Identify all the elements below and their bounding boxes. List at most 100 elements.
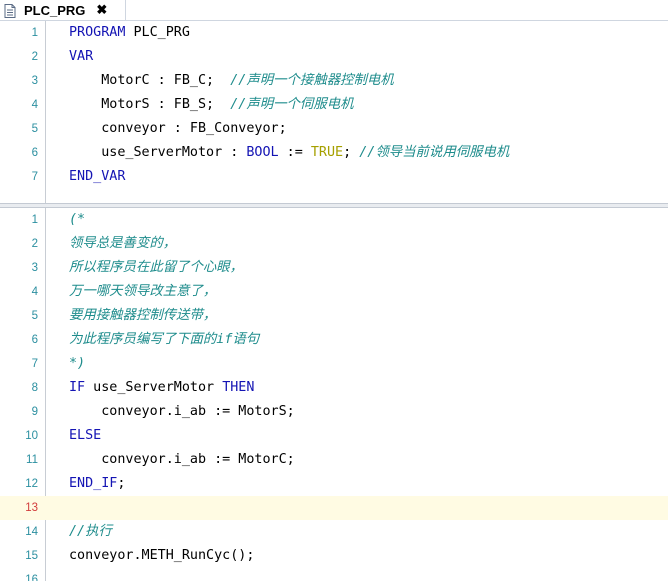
line-number: 9 xyxy=(31,406,38,418)
code-token: conveyor : FB_Conveyor; xyxy=(69,121,287,136)
line-number: 6 xyxy=(31,147,38,159)
code-line[interactable]: 1 PROGRAM PLC_PRG xyxy=(0,21,668,45)
code-text: 要用接触器控制传送带， xyxy=(69,304,216,328)
code-token: ; xyxy=(343,145,360,160)
line-number: 14 xyxy=(25,526,38,538)
code-line[interactable]: 4 万一哪天领导改主意了， xyxy=(0,280,668,304)
code-line[interactable]: 16 xyxy=(0,568,668,581)
declaration-editor[interactable]: 1 PROGRAM PLC_PRG 2 VAR 3 MotorC : FB_C; //声… xyxy=(0,21,668,204)
document-icon xyxy=(4,3,16,18)
code-line[interactable]: 5 要用接触器控制传送带， xyxy=(0,304,668,328)
code-line[interactable]: 13 xyxy=(0,496,668,520)
code-text: use_ServerMotor : BOOL := TRUE; //领导当前说用… xyxy=(69,141,509,165)
line-number: 2 xyxy=(31,51,38,63)
code-token: IF xyxy=(69,380,86,395)
code-line[interactable]: 7 END_VAR xyxy=(0,165,668,189)
line-number: 7 xyxy=(31,171,38,183)
line-number: 15 xyxy=(25,550,38,562)
code-token: 所以程序员在此留了个心眼， xyxy=(69,260,244,275)
code-text: IF use_ServerMotor THEN xyxy=(69,376,254,400)
code-text: 为此程序员编写了下面的if语句 xyxy=(69,328,259,352)
code-line[interactable]: 14 //执行 xyxy=(0,520,668,544)
code-text: conveyor.i_ab := MotorS; xyxy=(69,400,295,424)
code-line[interactable]: 9 conveyor.i_ab := MotorS; xyxy=(0,400,668,424)
code-line[interactable]: 7 *) xyxy=(0,352,668,376)
code-text: conveyor.METH_RunCyc(); xyxy=(69,544,254,568)
line-number: 2 xyxy=(31,238,38,250)
line-number: 1 xyxy=(31,214,38,226)
close-icon[interactable]: ✖ xyxy=(96,2,107,18)
line-number: 10 xyxy=(25,430,38,442)
code-token: BOOL xyxy=(246,145,279,160)
code-line[interactable]: 8 IF use_ServerMotor THEN xyxy=(0,376,668,400)
code-line[interactable]: 2 领导总是善变的， xyxy=(0,232,668,256)
code-token: ; xyxy=(117,476,126,491)
code-line[interactable]: 11 conveyor.i_ab := MotorC; xyxy=(0,448,668,472)
code-token: := xyxy=(278,145,311,160)
line-number: 16 xyxy=(25,574,38,581)
line-number: 13 xyxy=(25,502,38,514)
line-number: 11 xyxy=(26,454,38,466)
code-token: *) xyxy=(69,356,86,371)
line-number: 5 xyxy=(31,123,38,135)
line-number: 1 xyxy=(31,27,38,39)
code-token: END_IF xyxy=(69,476,118,491)
code-token: conveyor.METH_RunCyc(); xyxy=(69,548,255,563)
code-token: //声明一个接触器控制电机 xyxy=(230,73,394,88)
code-token: use_ServerMotor : xyxy=(69,145,247,160)
code-token: VAR xyxy=(69,49,94,64)
line-number: 7 xyxy=(31,358,38,370)
code-token: 要用接触器控制传送带， xyxy=(69,308,217,323)
code-line[interactable]: 6 为此程序员编写了下面的if语句 xyxy=(0,328,668,352)
code-token: conveyor.i_ab := MotorS; xyxy=(69,404,295,419)
code-text: PROGRAM PLC_PRG xyxy=(69,21,190,45)
code-token: conveyor.i_ab := MotorC; xyxy=(69,452,295,467)
code-text: conveyor.i_ab := MotorC; xyxy=(69,448,295,472)
line-number: 4 xyxy=(31,286,38,298)
code-token: MotorC : FB_C; xyxy=(69,73,231,88)
code-line[interactable]: 15 conveyor.METH_RunCyc(); xyxy=(0,544,668,568)
line-number: 5 xyxy=(31,310,38,322)
code-line[interactable]: 10 ELSE xyxy=(0,424,668,448)
code-text: END_VAR xyxy=(69,165,125,189)
code-token: //执行 xyxy=(69,524,112,539)
code-text: //执行 xyxy=(69,520,112,544)
code-line[interactable]: 3 MotorC : FB_C; //声明一个接触器控制电机 xyxy=(0,69,668,93)
code-line[interactable]: 1 (* xyxy=(0,208,668,232)
line-number: 3 xyxy=(31,262,38,274)
code-line[interactable]: 12 END_IF; xyxy=(0,472,668,496)
code-token: ELSE xyxy=(69,428,102,443)
line-number: 3 xyxy=(31,75,38,87)
code-text: 万一哪天领导改主意了， xyxy=(69,280,216,304)
code-text: MotorC : FB_C; //声明一个接触器控制电机 xyxy=(69,69,394,93)
tab-plc-prg[interactable]: PLC_PRG ✖ xyxy=(0,0,126,20)
code-line[interactable]: 2 VAR xyxy=(0,45,668,69)
code-token: PLC_PRG xyxy=(125,25,190,40)
code-token: MotorS : FB_S; xyxy=(69,97,231,112)
line-number: 8 xyxy=(31,382,38,394)
code-line[interactable]: 4 MotorS : FB_S; //声明一个伺服电机 xyxy=(0,93,668,117)
code-token: PROGRAM xyxy=(69,25,126,40)
code-text: VAR xyxy=(69,45,93,69)
line-number: 6 xyxy=(31,334,38,346)
code-text: 所以程序员在此留了个心眼， xyxy=(69,256,243,280)
code-line[interactable]: 6 use_ServerMotor : BOOL := TRUE; //领导当前… xyxy=(0,141,668,165)
implementation-editor[interactable]: 1 (* 2 领导总是善变的， 3 所以程序员在此留了个心眼， 4 万一哪天领导改主意了， 5 要… xyxy=(0,208,668,581)
code-text: END_IF; xyxy=(69,472,125,496)
code-token: 为此程序员编写了下面的if语句 xyxy=(69,332,260,347)
code-token: //领导当前说用伺服电机 xyxy=(359,145,510,160)
line-number: 12 xyxy=(25,478,38,490)
code-text: 领导总是善变的， xyxy=(69,232,176,256)
code-line[interactable]: 5 conveyor : FB_Conveyor; xyxy=(0,117,668,141)
code-token: 万一哪天领导改主意了， xyxy=(69,284,217,299)
editor-tab-bar: PLC_PRG ✖ xyxy=(0,0,668,21)
code-token: TRUE xyxy=(310,145,344,160)
code-token: use_ServerMotor xyxy=(85,380,223,395)
code-text: ELSE xyxy=(69,424,101,448)
code-token: //声明一个伺服电机 xyxy=(230,97,354,112)
code-token: END_VAR xyxy=(69,169,126,184)
tab-title: PLC_PRG xyxy=(24,2,86,18)
code-token: 领导总是善变的， xyxy=(69,236,177,251)
line-number: 4 xyxy=(31,99,38,111)
code-line[interactable]: 3 所以程序员在此留了个心眼， xyxy=(0,256,668,280)
